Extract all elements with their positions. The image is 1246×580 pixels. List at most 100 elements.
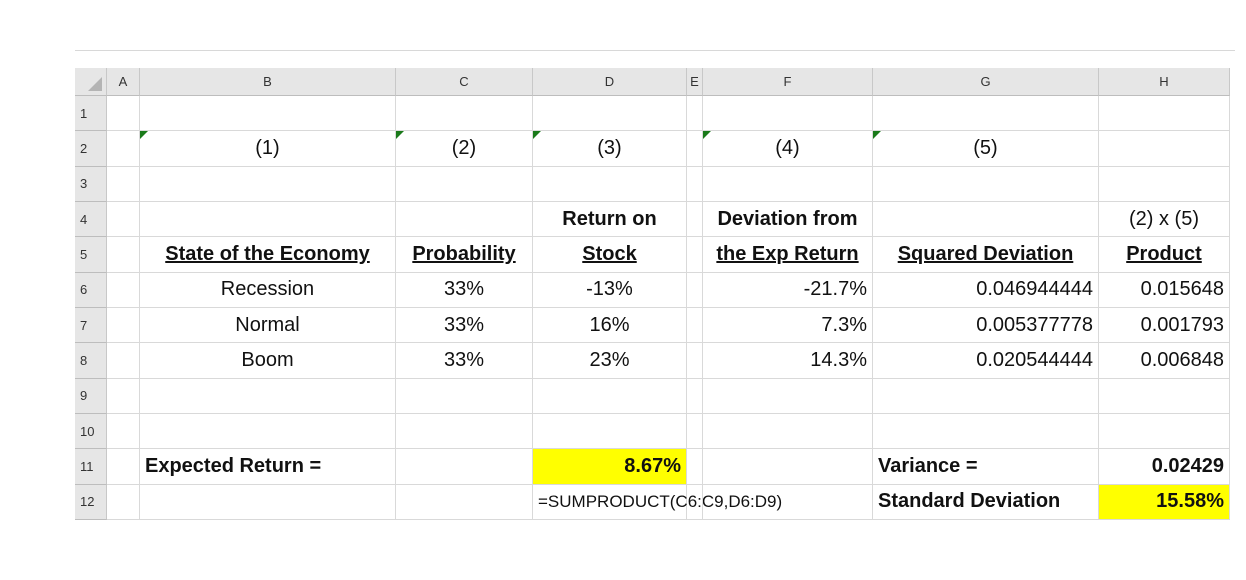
cell-h3[interactable] (1099, 166, 1230, 202)
cell-c11[interactable] (396, 449, 533, 485)
cell-h11[interactable]: 0.02429 (1099, 449, 1230, 485)
cell-g4[interactable] (873, 201, 1099, 238)
row-header-9[interactable]: 9 (75, 378, 107, 414)
row-header-5[interactable]: 5 (75, 237, 107, 273)
cell-f5[interactable]: the Exp Return (703, 237, 873, 273)
cell-a9[interactable] (107, 378, 140, 414)
cell-a1[interactable] (107, 96, 140, 132)
cell-b7[interactable]: Normal (140, 307, 396, 344)
cell-g12[interactable]: Standard Deviation (873, 484, 1099, 520)
cell-g11[interactable]: Variance = (873, 449, 1099, 485)
cell-h2[interactable] (1099, 131, 1230, 167)
cell-b9[interactable] (140, 378, 396, 414)
cell-f12[interactable] (703, 484, 873, 520)
cell-d5[interactable]: Stock (533, 237, 687, 273)
cell-a3[interactable] (107, 166, 140, 202)
cell-a7[interactable] (107, 307, 140, 344)
cell-d6[interactable]: -13% (533, 272, 687, 308)
cell-b1[interactable] (140, 96, 396, 132)
cell-b3[interactable] (140, 166, 396, 202)
cell-e11[interactable] (687, 449, 703, 485)
cell-h7[interactable]: 0.001793 (1099, 307, 1230, 344)
cell-g7[interactable]: 0.005377778 (873, 307, 1099, 344)
row-header-3[interactable]: 3 (75, 166, 107, 202)
row-header-7[interactable]: 7 (75, 307, 107, 344)
row-header-12[interactable]: 12 (75, 484, 107, 520)
cell-f11[interactable] (703, 449, 873, 485)
cell-e8[interactable] (687, 343, 703, 379)
cell-c8[interactable]: 33% (396, 343, 533, 379)
cell-g8[interactable]: 0.020544444 (873, 343, 1099, 379)
cell-b5[interactable]: State of the Economy (140, 237, 396, 273)
cell-f3[interactable] (703, 166, 873, 202)
cell-d1[interactable] (533, 96, 687, 132)
cell-c5[interactable]: Probability (396, 237, 533, 273)
row-header-6[interactable]: 6 (75, 272, 107, 308)
column-header-b[interactable]: B (140, 68, 396, 96)
cell-e12[interactable] (687, 484, 703, 520)
cell-a10[interactable] (107, 413, 140, 450)
column-header-c[interactable]: C (396, 68, 533, 96)
cell-h8[interactable]: 0.006848 (1099, 343, 1230, 379)
row-header-8[interactable]: 8 (75, 343, 107, 379)
cell-b6[interactable]: Recession (140, 272, 396, 308)
column-header-d[interactable]: D (533, 68, 687, 96)
cell-d11[interactable]: 8.67% (533, 449, 687, 485)
cell-g9[interactable] (873, 378, 1099, 414)
cell-c6[interactable]: 33% (396, 272, 533, 308)
cell-e2[interactable] (687, 131, 703, 167)
cell-g10[interactable] (873, 413, 1099, 450)
cell-h10[interactable] (1099, 413, 1230, 450)
cell-e4[interactable] (687, 201, 703, 238)
row-header-1[interactable]: 1 (75, 96, 107, 132)
cell-f6[interactable]: -21.7% (703, 272, 873, 308)
cell-d9[interactable] (533, 378, 687, 414)
cell-d3[interactable] (533, 166, 687, 202)
cell-g3[interactable] (873, 166, 1099, 202)
cell-e5[interactable] (687, 237, 703, 273)
cell-b8[interactable]: Boom (140, 343, 396, 379)
cell-c1[interactable] (396, 96, 533, 132)
cell-e3[interactable] (687, 166, 703, 202)
row-header-2[interactable]: 2 (75, 131, 107, 167)
cell-a2[interactable] (107, 131, 140, 167)
cell-f7[interactable]: 7.3% (703, 307, 873, 344)
cell-c12[interactable] (396, 484, 533, 520)
column-header-e[interactable]: E (687, 68, 703, 96)
cell-b11[interactable]: Expected Return = (140, 449, 396, 485)
cell-g5[interactable]: Squared Deviation (873, 237, 1099, 273)
cell-h9[interactable] (1099, 378, 1230, 414)
cell-f10[interactable] (703, 413, 873, 450)
cell-h6[interactable]: 0.015648 (1099, 272, 1230, 308)
row-header-4[interactable]: 4 (75, 201, 107, 238)
cell-a4[interactable] (107, 201, 140, 238)
cell-c2[interactable]: (2) (396, 131, 533, 167)
cell-d10[interactable] (533, 413, 687, 450)
cell-c10[interactable] (396, 413, 533, 450)
cell-c7[interactable]: 33% (396, 307, 533, 344)
cell-d4[interactable]: Return on (533, 201, 687, 238)
cell-b10[interactable] (140, 413, 396, 450)
row-header-10[interactable]: 10 (75, 413, 107, 450)
cell-b2[interactable]: (1) (140, 131, 396, 167)
column-header-f[interactable]: F (703, 68, 873, 96)
cell-f2[interactable]: (4) (703, 131, 873, 167)
column-header-h[interactable]: H (1099, 68, 1230, 96)
column-header-a[interactable]: A (107, 68, 140, 96)
cell-e10[interactable] (687, 413, 703, 450)
cell-f9[interactable] (703, 378, 873, 414)
cell-e6[interactable] (687, 272, 703, 308)
cell-d12[interactable]: =SUMPRODUCT(C6:C9,D6:D9) (533, 484, 782, 520)
cell-f4[interactable]: Deviation from (703, 201, 873, 238)
cell-h1[interactable] (1099, 96, 1230, 132)
cell-d2[interactable]: (3) (533, 131, 687, 167)
cell-a6[interactable] (107, 272, 140, 308)
cell-h12[interactable]: 15.58% (1099, 484, 1230, 520)
cell-e9[interactable] (687, 378, 703, 414)
cell-a5[interactable] (107, 237, 140, 273)
cell-d7[interactable]: 16% (533, 307, 687, 344)
cell-c3[interactable] (396, 166, 533, 202)
cell-f1[interactable] (703, 96, 873, 132)
select-all-button[interactable] (75, 68, 107, 96)
cell-g1[interactable] (873, 96, 1099, 132)
